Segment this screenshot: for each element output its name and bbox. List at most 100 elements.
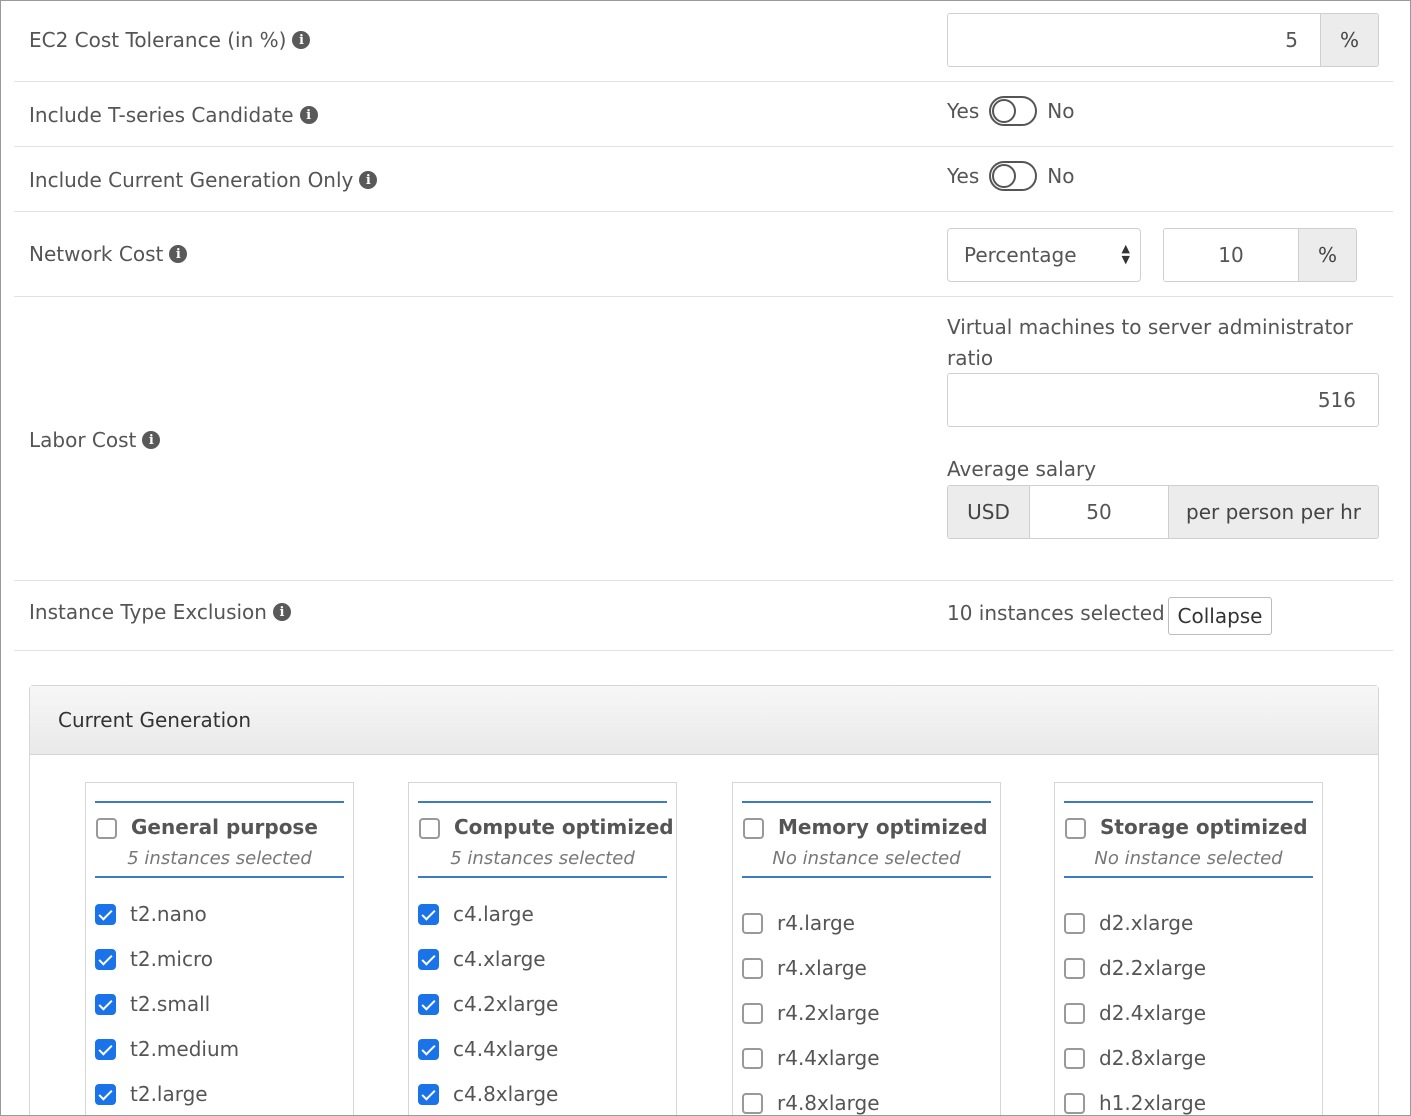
instance-type-checkbox[interactable] <box>95 1038 116 1060</box>
current-generation-only-label: Include Current Generation Only i <box>29 168 378 192</box>
instance-type-checkbox[interactable] <box>742 1092 763 1114</box>
instance-type-item[interactable]: h1.2xlarge <box>1064 1088 1207 1115</box>
instance-type-label: t2.micro <box>130 947 213 971</box>
network-cost-type-select[interactable]: Percentage ▲ ▼ <box>947 228 1141 282</box>
group-select-all-checkbox[interactable] <box>743 818 764 839</box>
select-arrows-icon: ▲ ▼ <box>1121 242 1130 266</box>
instance-type-label: t2.nano <box>130 902 207 926</box>
instance-type-item[interactable]: t2.large <box>95 1079 208 1109</box>
info-icon[interactable]: i <box>142 431 161 449</box>
instance-type-label: r4.4xlarge <box>777 1046 880 1070</box>
instance-type-checkbox[interactable] <box>418 948 439 970</box>
instance-group-selection-count: 5 instances selected <box>450 848 635 869</box>
instance-type-item[interactable]: r4.8xlarge <box>742 1088 880 1115</box>
instance-type-item[interactable]: d2.xlarge <box>1064 908 1193 938</box>
toggle-yes-label: Yes <box>947 164 980 188</box>
current-generation-toggle[interactable] <box>989 161 1038 191</box>
instance-type-checkbox[interactable] <box>418 1083 439 1105</box>
info-icon[interactable]: i <box>169 245 188 263</box>
instance-type-checkbox[interactable] <box>95 948 116 970</box>
instance-group-title: Compute optimized <box>454 815 674 839</box>
instance-type-item[interactable]: r4.4xlarge <box>742 1043 880 1073</box>
divider <box>14 146 1393 147</box>
instance-group-title: Storage optimized <box>1100 815 1308 839</box>
ec2-cost-tolerance-label: EC2 Cost Tolerance (in %) i <box>29 28 311 52</box>
vm-admin-ratio-input[interactable]: 516 <box>948 374 1378 426</box>
average-salary-input[interactable]: 50 <box>1030 486 1168 538</box>
network-cost-group: 10 % <box>1163 228 1357 282</box>
average-salary-label: Average salary <box>947 457 1097 481</box>
info-icon[interactable]: i <box>359 171 378 189</box>
instance-type-item[interactable]: r4.xlarge <box>742 953 867 983</box>
instance-type-checkbox[interactable] <box>742 912 763 934</box>
toggle-yes-label: Yes <box>947 99 980 123</box>
instance-type-checkbox[interactable] <box>418 903 439 925</box>
divider <box>14 650 1393 651</box>
instance-type-checkbox[interactable] <box>1064 1002 1085 1024</box>
instance-type-checkbox[interactable] <box>418 993 439 1015</box>
instance-group-header: Storage optimized No instance selected <box>1064 801 1313 878</box>
instance-group-title: Memory optimized <box>778 815 988 839</box>
instances-selected-summary: 10 instances selected <box>947 601 1165 625</box>
instance-type-item[interactable]: t2.micro <box>95 944 213 974</box>
group-select-all-checkbox[interactable] <box>96 818 117 839</box>
instance-type-item[interactable]: d2.8xlarge <box>1064 1043 1206 1073</box>
instance-group-header: Memory optimized No instance selected <box>742 801 991 878</box>
instance-type-checkbox[interactable] <box>742 1047 763 1069</box>
average-salary-group: USD 50 per person per hr <box>947 485 1379 539</box>
instance-type-checkbox[interactable] <box>742 1002 763 1024</box>
instance-type-label: t2.large <box>130 1082 208 1106</box>
instance-group-column: General purpose 5 instances selected t2.na… <box>85 782 354 1115</box>
instance-type-checkbox[interactable] <box>95 903 116 925</box>
current-generation-toggle-row: Yes No <box>947 161 1075 191</box>
instance-type-checkbox[interactable] <box>95 1083 116 1105</box>
divider <box>14 580 1393 581</box>
divider <box>14 211 1393 212</box>
instance-type-label: t2.small <box>130 992 211 1016</box>
instance-type-item[interactable]: r4.2xlarge <box>742 998 880 1028</box>
instance-type-item[interactable]: d2.2xlarge <box>1064 953 1206 983</box>
instance-type-checkbox[interactable] <box>742 957 763 979</box>
instance-type-checkbox[interactable] <box>1064 957 1085 979</box>
collapse-button[interactable]: Collapse <box>1168 597 1272 635</box>
instance-type-checkbox[interactable] <box>95 993 116 1015</box>
instance-type-checkbox[interactable] <box>418 1038 439 1060</box>
instance-type-item[interactable]: c4.large <box>418 899 534 929</box>
instance-type-item[interactable]: c4.4xlarge <box>418 1034 558 1064</box>
instance-type-label: r4.2xlarge <box>777 1001 880 1025</box>
info-icon[interactable]: i <box>292 31 311 49</box>
group-select-all-checkbox[interactable] <box>1065 818 1086 839</box>
toggle-knob <box>992 164 1017 188</box>
instance-type-checkbox[interactable] <box>1064 912 1085 934</box>
instance-type-item[interactable]: d2.4xlarge <box>1064 998 1206 1028</box>
network-cost-input[interactable]: 10 <box>1164 229 1298 281</box>
instance-type-item[interactable]: t2.small <box>95 989 210 1019</box>
info-icon[interactable]: i <box>272 603 291 621</box>
instance-group-column: Storage optimized No instance selected d2.… <box>1054 782 1323 1115</box>
instance-type-item[interactable]: t2.nano <box>95 899 207 929</box>
currency-addon: USD <box>948 486 1030 538</box>
t-series-toggle[interactable] <box>989 96 1038 126</box>
instance-type-item[interactable]: c4.2xlarge <box>418 989 558 1019</box>
instance-group-column: Memory optimized No instance selected r4.l… <box>732 782 1001 1115</box>
instance-group-title: General purpose <box>131 815 318 839</box>
info-icon[interactable]: i <box>299 106 318 124</box>
instance-type-item[interactable]: c4.8xlarge <box>418 1079 558 1109</box>
instance-type-item[interactable]: t2.medium <box>95 1034 239 1064</box>
ec2-cost-tolerance-input[interactable]: 5 <box>948 14 1320 66</box>
instance-type-checkbox[interactable] <box>1064 1047 1085 1069</box>
instance-type-label: c4.large <box>453 902 534 926</box>
instance-type-label: h1.2xlarge <box>1099 1091 1207 1115</box>
instance-exclusion-label: Instance Type Exclusion i <box>29 600 291 624</box>
instance-type-item[interactable]: c4.xlarge <box>418 944 546 974</box>
toggle-no-label: No <box>1047 164 1075 188</box>
group-select-all-checkbox[interactable] <box>419 818 440 839</box>
labor-cost-label: Labor Cost i <box>29 428 161 452</box>
instance-group-selection-count: No instance selected <box>1094 848 1283 869</box>
instance-type-label: c4.4xlarge <box>453 1037 559 1061</box>
instance-type-checkbox[interactable] <box>1064 1092 1085 1114</box>
toggle-no-label: No <box>1047 99 1075 123</box>
instance-type-label: d2.xlarge <box>1099 911 1194 935</box>
network-cost-label: Network Cost i <box>29 242 188 266</box>
instance-type-item[interactable]: r4.large <box>742 908 855 938</box>
